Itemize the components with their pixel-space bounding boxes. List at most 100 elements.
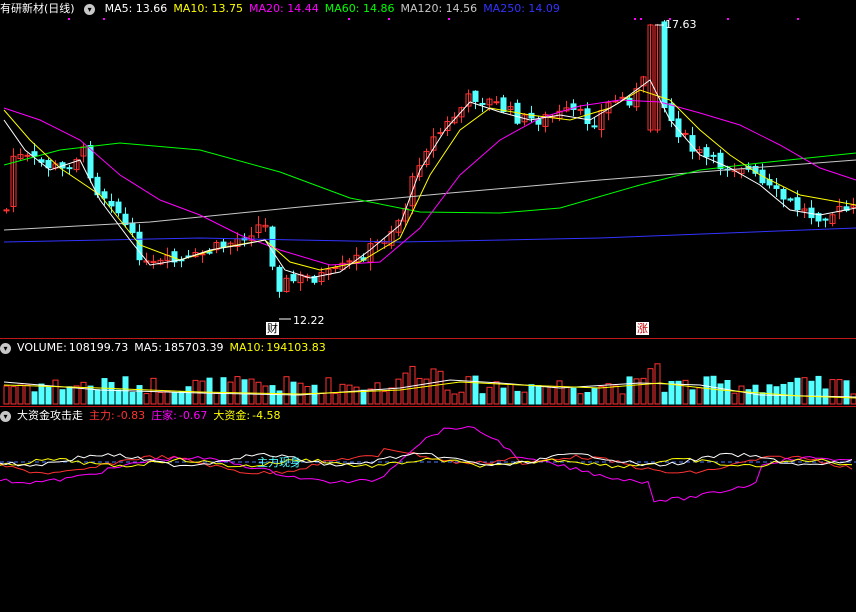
zhuli-line xyxy=(0,448,853,475)
volume-bar xyxy=(325,377,332,405)
candle-body xyxy=(717,152,724,170)
volume-bar xyxy=(626,376,633,405)
signal-marker xyxy=(634,18,636,20)
volume-bar xyxy=(843,380,850,405)
candle-body xyxy=(780,188,787,200)
volume-bar xyxy=(346,384,353,405)
volume-bar xyxy=(241,379,248,405)
volume-bar xyxy=(185,386,192,405)
volume-bar xyxy=(136,385,143,405)
volume-bar xyxy=(724,379,731,405)
candle-body xyxy=(290,274,297,282)
volume-bar xyxy=(374,382,381,405)
volume-bar xyxy=(556,380,563,405)
volume-bar xyxy=(500,387,507,405)
volume-bar xyxy=(66,386,73,405)
volume-bar xyxy=(710,375,717,405)
volume-bar xyxy=(598,386,605,405)
candle-body xyxy=(31,151,38,157)
volume-bar xyxy=(647,368,654,405)
volume-bar xyxy=(808,380,815,405)
candle-body xyxy=(220,241,227,248)
volume-bar xyxy=(17,384,24,405)
volume-bar xyxy=(479,393,486,405)
volume-bar xyxy=(766,384,773,405)
volume-bar xyxy=(311,384,318,405)
volume-bar xyxy=(206,377,213,405)
signal-marker xyxy=(348,18,350,20)
candle-body xyxy=(437,132,444,135)
signal-marker xyxy=(727,18,729,20)
limit-up-badge[interactable]: 涨 xyxy=(636,322,649,335)
volume-bar xyxy=(801,377,808,405)
volume-bar xyxy=(444,389,451,405)
volume-bar xyxy=(24,384,31,405)
candle-body xyxy=(577,108,584,111)
volume-bar xyxy=(472,375,479,405)
ma20-line xyxy=(3,99,856,266)
candle-body xyxy=(787,198,794,201)
candle-body xyxy=(626,97,633,106)
candle-body xyxy=(129,222,136,234)
volume-bar xyxy=(661,391,668,405)
volume-bar xyxy=(276,390,283,405)
volume-bar xyxy=(304,385,311,405)
signal-marker xyxy=(68,18,70,20)
financial-report-badge[interactable]: 财 xyxy=(266,322,279,335)
candle-body xyxy=(45,159,52,169)
volume-bar xyxy=(108,381,115,405)
volume-bar xyxy=(738,385,745,405)
volume-bar xyxy=(731,392,738,405)
signal-marker xyxy=(640,18,642,20)
candle-body xyxy=(794,197,801,211)
volume-bar xyxy=(45,385,52,405)
candle-body xyxy=(66,167,73,170)
volume-bar xyxy=(507,383,514,405)
candle-body xyxy=(472,90,479,102)
signal-marker xyxy=(797,18,799,20)
volume-bar xyxy=(10,386,17,405)
candle-body xyxy=(703,147,710,158)
candle-body xyxy=(591,125,598,128)
volume-bar xyxy=(458,391,465,405)
volume-bar xyxy=(423,378,430,405)
volume-bar xyxy=(395,378,402,405)
volume-bar xyxy=(815,375,822,405)
volume-bar xyxy=(220,377,227,405)
volume-bar xyxy=(360,389,367,405)
signal-marker xyxy=(448,18,450,20)
candle-body xyxy=(108,200,115,207)
stock-chart[interactable] xyxy=(0,0,856,612)
volume-bar xyxy=(577,393,584,405)
volume-bar xyxy=(178,391,185,405)
volume-bar xyxy=(612,385,619,405)
volume-bar xyxy=(619,393,626,405)
volume-bar xyxy=(563,386,570,405)
high-price-label: 17.63 xyxy=(665,18,697,31)
volume-bar xyxy=(339,383,346,405)
volume-bar xyxy=(682,379,689,405)
volume-bar xyxy=(640,377,647,405)
volume-bar xyxy=(486,386,493,405)
signal-marker xyxy=(388,18,390,20)
candle-body xyxy=(584,108,591,125)
volume-bar xyxy=(549,385,556,405)
volume-bar xyxy=(430,368,437,405)
volume-bar xyxy=(52,379,59,405)
ma5-line xyxy=(3,79,856,279)
candle-body xyxy=(710,154,717,157)
volume-bar xyxy=(528,384,535,405)
volume-bar xyxy=(129,391,136,405)
candle-body xyxy=(24,154,31,157)
volume-bar xyxy=(787,382,794,405)
candle-body xyxy=(682,132,689,135)
volume-bar xyxy=(262,385,269,405)
volume-bar xyxy=(213,392,220,405)
volume-bar xyxy=(794,377,801,405)
zhuli-annotation: 主力现身 xyxy=(257,456,301,469)
volume-bar xyxy=(689,389,696,405)
low-price-label: 12.22 xyxy=(293,314,325,327)
volume-bar xyxy=(381,391,388,405)
volume-bar xyxy=(59,389,66,405)
volume-bar xyxy=(451,393,458,405)
